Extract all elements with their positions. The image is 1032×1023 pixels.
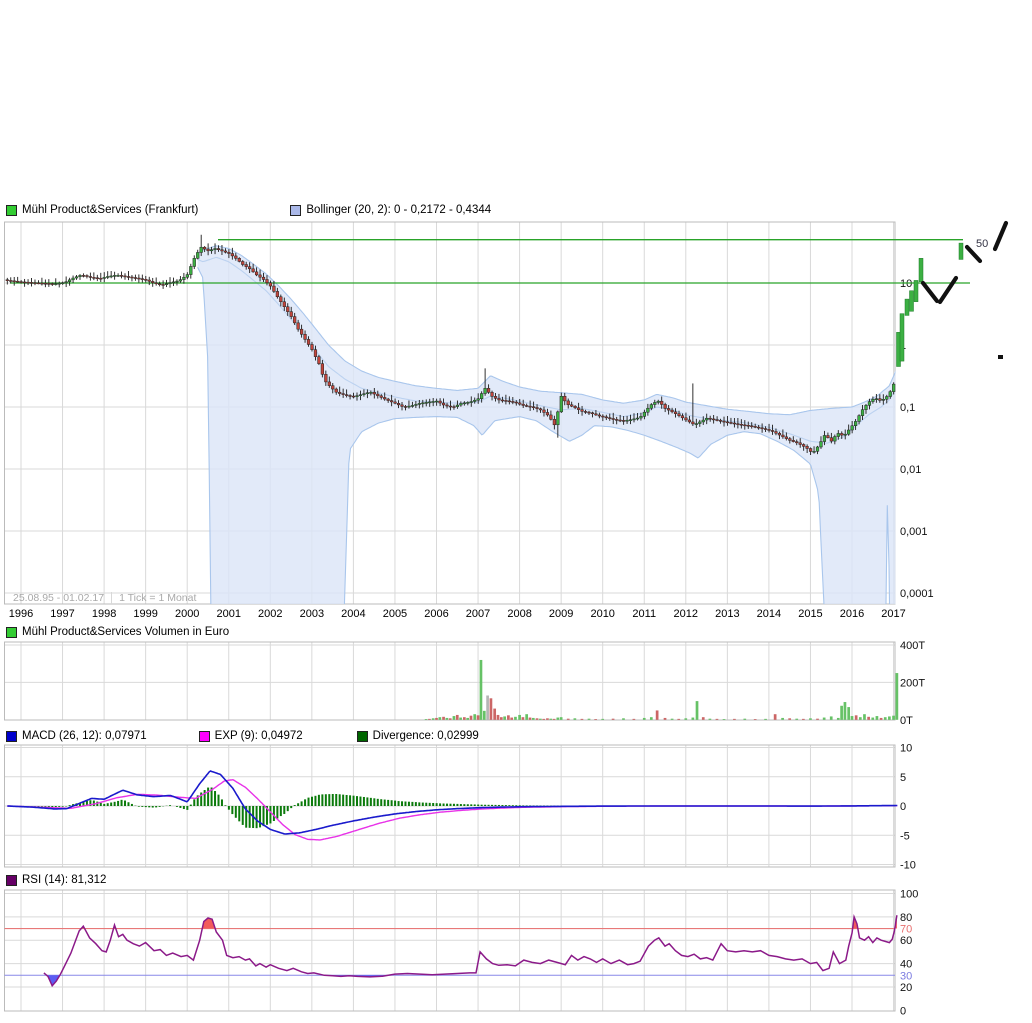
macd-axis-label: 0: [900, 801, 906, 813]
rsi-axis-label: 60: [900, 935, 912, 947]
volume-bars: [425, 660, 898, 720]
volume-axis-label: 400T: [900, 640, 925, 652]
rsi-axis-label: 0: [900, 1005, 906, 1017]
price-series-label: Mühl Product&Services (Frankfurt): [22, 204, 198, 216]
x-axis-year-label: 2002: [258, 608, 282, 620]
x-axis-year-label: 1997: [50, 608, 74, 620]
exp-line: [7, 780, 897, 840]
volume-legend: Mühl Product&Services Volumen in Euro: [6, 626, 229, 638]
rsi-axis-label: 80: [900, 912, 912, 924]
chart-application: 1010,10,010,0010,00015019961997199819992…: [0, 0, 1032, 1023]
y-axis-price-label: 0,1: [900, 402, 915, 414]
rsi-swatch-icon: [6, 875, 17, 886]
bollinger-legend-item: Bollinger (20, 2): 0 - 0,2172 - 0,4344: [290, 204, 491, 216]
macd-legend: MACD (26, 12): 0,07971 EXP (9): 0,04972 …: [6, 730, 479, 742]
macd-axis-label: -5: [900, 830, 910, 842]
x-axis-year-label: 2008: [507, 608, 531, 620]
x-axis-year-label: 2017: [881, 608, 905, 620]
price-level-50-label: 50: [976, 238, 988, 250]
y-axis-price-label: 0,0001: [900, 588, 934, 600]
x-axis-year-label: 2014: [757, 608, 781, 620]
date-range-text: 25.08.95 - 01.02.17: [6, 592, 112, 604]
volume-axis-label: 200T: [900, 677, 925, 689]
x-axis-year-label: 2006: [424, 608, 448, 620]
y-axis-price-label: 10: [900, 278, 912, 290]
divergence-swatch-icon: [357, 731, 368, 742]
rsi-axis-label: 70: [900, 924, 912, 936]
x-axis-year-label: 2000: [175, 608, 199, 620]
macd-swatch-icon: [6, 731, 17, 742]
macd-line: [7, 771, 897, 834]
rsi-legend: RSI (14): 81,312: [6, 874, 106, 886]
exp-legend-item: EXP (9): 0,04972: [199, 730, 303, 742]
rsi-axis-label: 40: [900, 959, 912, 971]
x-axis-year-label: 1998: [92, 608, 116, 620]
rsi-axis-label: 30: [900, 970, 912, 982]
rsi-label: RSI (14): 81,312: [22, 874, 106, 886]
macd-series: [7, 771, 897, 840]
x-axis-year-label: 2009: [549, 608, 573, 620]
macd-label: MACD (26, 12): 0,07971: [22, 730, 147, 742]
x-axis-year-label: 2004: [341, 608, 365, 620]
bollinger-label: Bollinger (20, 2): 0 - 0,2172 - 0,4344: [306, 204, 491, 216]
x-axis-year-label: 1996: [9, 608, 33, 620]
tick-interval-text: 1 Tick = 1 Monat: [112, 592, 203, 604]
price-series-swatch-icon: [6, 205, 17, 216]
exp-label: EXP (9): 0,04972: [215, 730, 303, 742]
price-legend: Mühl Product&Services (Frankfurt) Bollin…: [6, 204, 491, 216]
y-axis-price-label: 0,001: [900, 526, 928, 538]
price-series-legend-item: Mühl Product&Services (Frankfurt): [6, 204, 198, 216]
x-axis-year-label: 2015: [798, 608, 822, 620]
volume-axis-label: 0T: [900, 715, 913, 727]
bollinger-swatch-icon: [290, 205, 301, 216]
x-axis-year-label: 2007: [466, 608, 490, 620]
x-axis-year-label: 2001: [217, 608, 241, 620]
bollinger-band: [198, 246, 898, 717]
chart-canvas: 1010,10,010,0010,00015019961997199819992…: [0, 0, 1032, 1023]
volume-label: Mühl Product&Services Volumen in Euro: [22, 626, 229, 638]
x-axis-year-label: 2013: [715, 608, 739, 620]
macd-axis-label: -10: [900, 860, 916, 872]
macd-axis-label: 5: [900, 772, 906, 784]
rsi-series: [5, 915, 897, 986]
macd-legend-item: MACD (26, 12): 0,07971: [6, 730, 147, 742]
volume-legend-item: Mühl Product&Services Volumen in Euro: [6, 626, 229, 638]
x-axis-year-label: 2003: [300, 608, 324, 620]
divergence-label: Divergence: 0,02999: [373, 730, 479, 742]
overflow-candles: [897, 243, 964, 366]
x-axis-year-label: 2005: [383, 608, 407, 620]
rsi-axis-label: 100: [900, 889, 918, 901]
date-range-footnote: 25.08.95 - 01.02.17 1 Tick = 1 Monat: [6, 592, 203, 604]
rsi-axis-label: 20: [900, 982, 912, 994]
x-axis-year-label: 2011: [632, 608, 656, 620]
x-axis-year-label: 1999: [133, 608, 157, 620]
x-axis-year-label: 2010: [590, 608, 614, 620]
macd-axis-label: 10: [900, 743, 912, 755]
volume-swatch-icon: [6, 627, 17, 638]
rsi-legend-item: RSI (14): 81,312: [6, 874, 106, 886]
y-axis-price-label: 0,01: [900, 464, 921, 476]
annotation-strokes: [923, 223, 1006, 359]
divergence-legend-item: Divergence: 0,02999: [357, 730, 479, 742]
x-axis-year-label: 2016: [840, 608, 864, 620]
x-axis-year-label: 2012: [674, 608, 698, 620]
exp-swatch-icon: [199, 731, 210, 742]
volume-panel-grid: [5, 642, 896, 720]
